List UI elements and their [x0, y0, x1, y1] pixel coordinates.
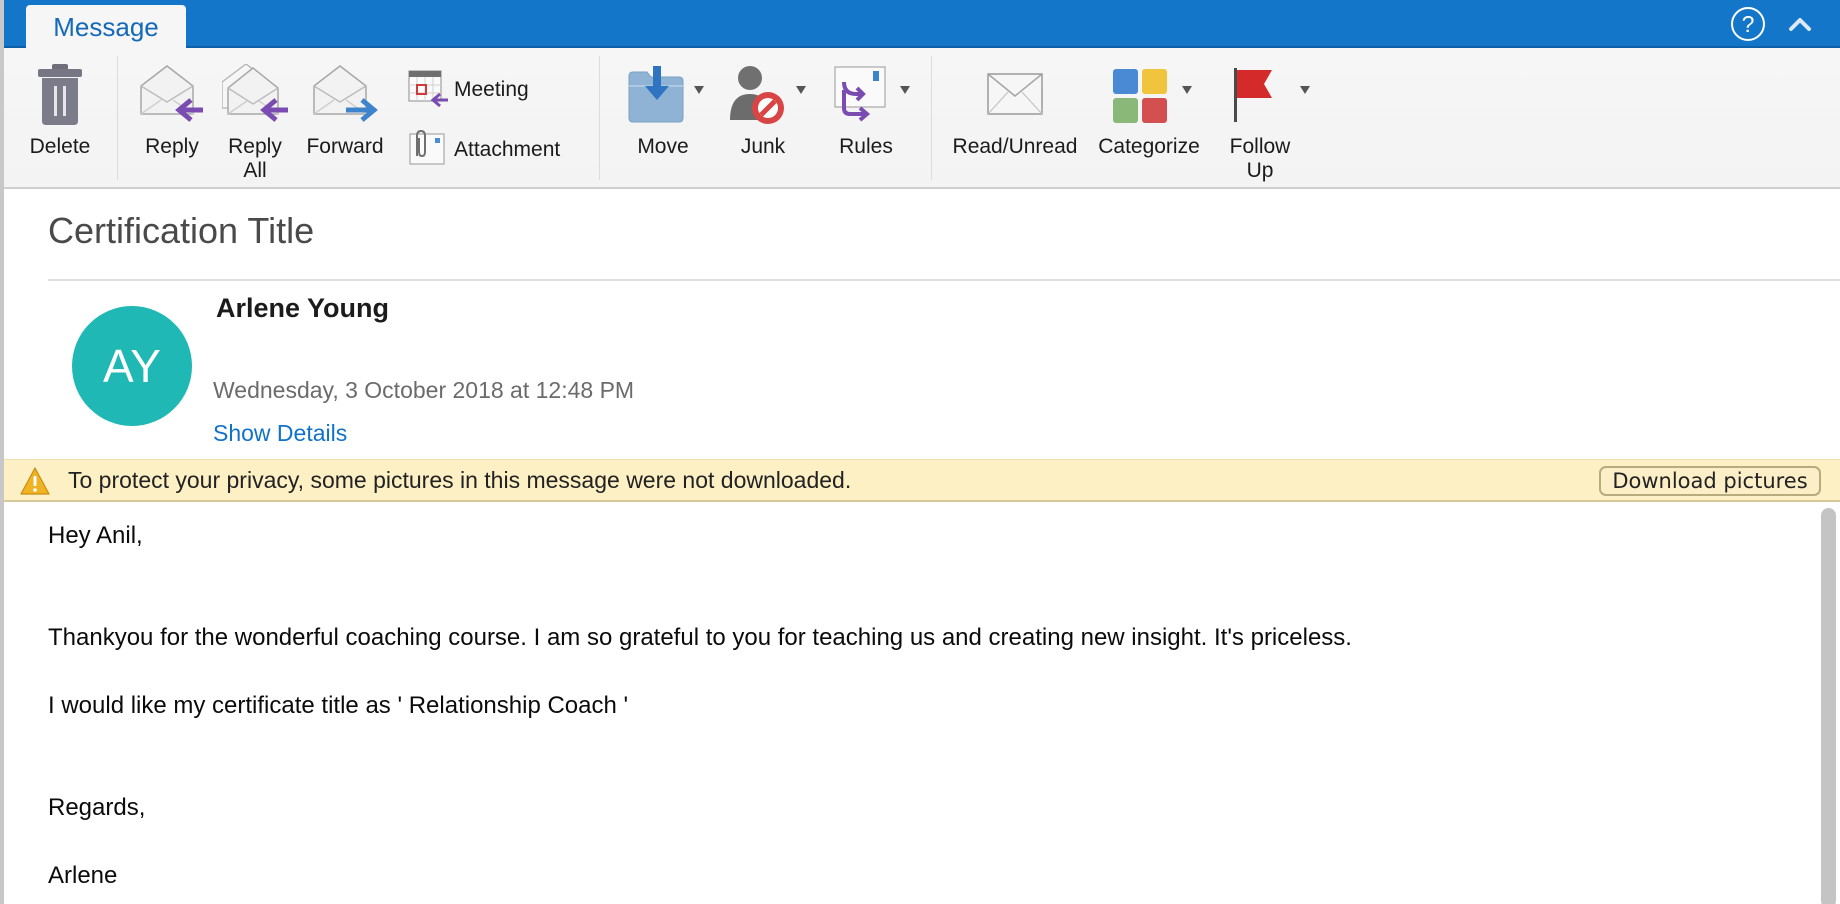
categorize-label: Categorize	[1098, 135, 1200, 158]
reply-all-icon	[222, 64, 288, 122]
attachment-button[interactable]: Attachment	[408, 130, 588, 170]
junk-dropdown-icon[interactable]	[796, 86, 806, 94]
collapse-ribbon-icon[interactable]	[1786, 10, 1814, 38]
forward-label: Forward	[306, 135, 384, 158]
privacy-banner-text: To protect your privacy, some pictures i…	[68, 467, 852, 493]
follow-up-dropdown-icon[interactable]	[1300, 86, 1310, 94]
move-dropdown-icon[interactable]	[694, 86, 704, 94]
forward-icon	[313, 65, 378, 122]
sender-avatar[interactable]: AY	[72, 306, 192, 426]
warning-icon	[20, 467, 50, 495]
body-line: Hey Anil,	[48, 522, 143, 549]
junk-button[interactable]: Junk	[718, 48, 808, 188]
attachment-icon	[409, 130, 445, 165]
show-details-link[interactable]: Show Details	[213, 420, 347, 447]
categorize-icon	[1113, 69, 1167, 123]
rules-dropdown-icon[interactable]	[900, 86, 910, 94]
ribbon-separator	[599, 56, 600, 180]
reply-label: Reply	[145, 135, 199, 158]
attachment-label: Attachment	[454, 138, 561, 161]
follow-up-button[interactable]: Follow Up	[1216, 48, 1310, 188]
reply-button[interactable]: Reply	[134, 48, 210, 188]
junk-label: Junk	[740, 135, 786, 158]
reply-icon	[140, 65, 203, 122]
download-pictures-button[interactable]: Download pictures	[1599, 466, 1821, 496]
rules-label: Rules	[839, 135, 893, 158]
read-unread-button[interactable]: Read/Unread	[948, 48, 1082, 188]
vertical-scrollbar[interactable]	[1821, 508, 1836, 904]
categorize-dropdown-icon[interactable]	[1182, 86, 1192, 94]
body-line: I would like my certificate title as ' R…	[48, 692, 629, 719]
message-date: Wednesday, 3 October 2018 at 12:48 PM	[213, 377, 635, 403]
forward-button[interactable]: Forward	[300, 48, 390, 188]
help-icon[interactable]: ?	[1731, 7, 1765, 41]
ribbon-separator	[931, 56, 932, 180]
reply-all-label-line1: Reply	[228, 135, 282, 158]
delete-label: Delete	[29, 135, 91, 158]
move-label: Move	[637, 135, 689, 158]
sender-name[interactable]: Arlene Young	[216, 293, 389, 324]
trash-icon	[38, 64, 82, 125]
move-folder-icon	[628, 66, 684, 123]
meeting-label: Meeting	[454, 78, 529, 101]
meeting-button[interactable]: Meeting	[408, 70, 568, 110]
rules-button[interactable]: Rules	[820, 48, 912, 188]
message-subject: Certification Title	[48, 210, 315, 251]
categorize-button[interactable]: Categorize	[1090, 48, 1208, 188]
body-line: Regards,	[48, 794, 146, 821]
privacy-banner: To protect your privacy, some pictures i…	[4, 459, 1840, 502]
message-window: Message ? Delete Reply Reply All Forward…	[0, 0, 1840, 904]
header-divider	[48, 279, 1840, 281]
tab-bar: Message ?	[4, 0, 1840, 50]
junk-icon	[730, 66, 784, 124]
follow-up-label-line1: Follow	[1229, 135, 1291, 158]
body-line: Arlene	[48, 862, 118, 889]
follow-up-label-line2: Up	[1246, 159, 1274, 182]
reply-all-button[interactable]: Reply All	[216, 48, 294, 188]
reply-all-label-line2: All	[243, 159, 267, 182]
ribbon: Delete Reply Reply All Forward Meeting A…	[4, 48, 1840, 189]
message-body: Hey Anil, Thankyou for the wonderful coa…	[4, 502, 1814, 904]
rules-icon	[834, 66, 886, 122]
flag-icon	[1234, 68, 1272, 122]
reply-all-label: Reply All	[216, 135, 294, 183]
read-unread-label: Read/Unread	[952, 135, 1078, 158]
move-button[interactable]: Move	[618, 48, 708, 188]
delete-button[interactable]: Delete	[20, 48, 100, 188]
ribbon-separator	[117, 56, 118, 180]
meeting-calendar-icon	[408, 70, 448, 108]
tab-message[interactable]: Message	[26, 5, 186, 50]
follow-up-label: Follow Up	[1216, 135, 1304, 183]
body-line: Thankyou for the wonderful coaching cour…	[48, 624, 1352, 651]
envelope-icon	[987, 73, 1043, 115]
